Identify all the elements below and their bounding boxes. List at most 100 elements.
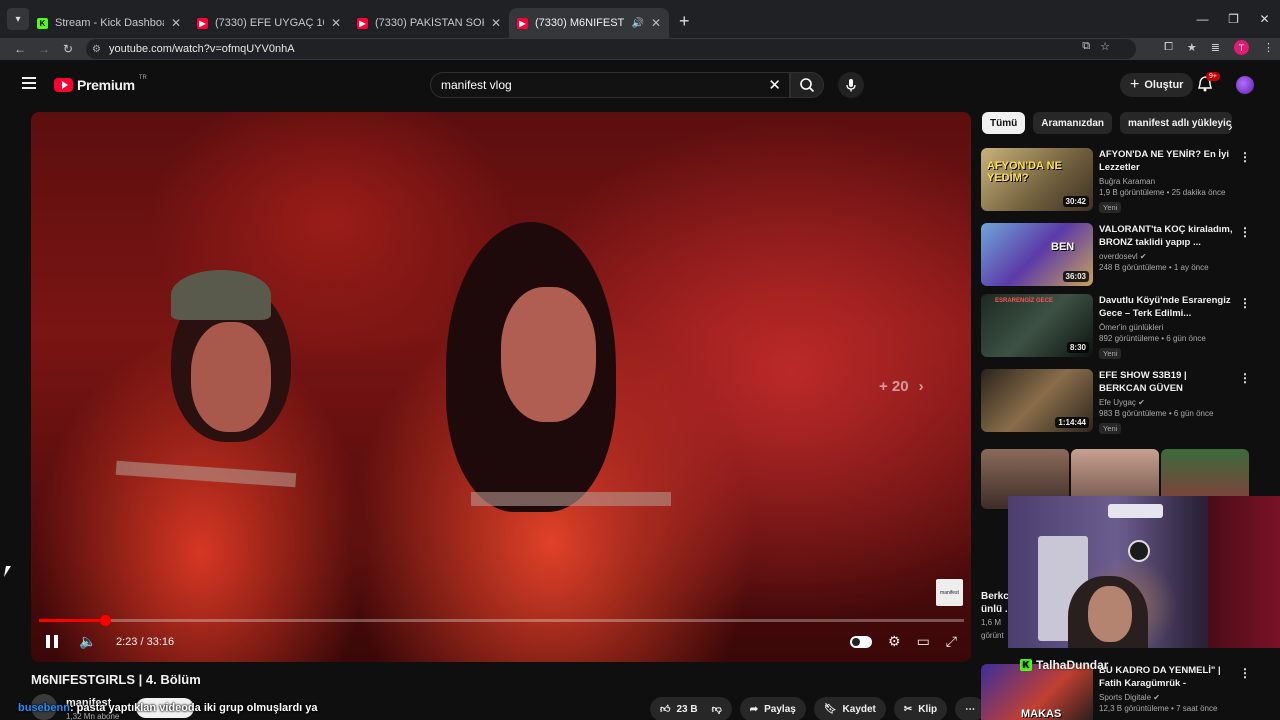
browser-tab[interactable]: ▶ (7330) EFE UYGAÇ 10 YABANCI ✕ [189, 8, 349, 38]
recommendation-channel[interactable]: overdosevl ✔ [1099, 252, 1233, 261]
progress-bar[interactable] [39, 615, 964, 626]
new-badge: Yeni [1099, 423, 1122, 434]
minimize-icon[interactable]: — [1187, 0, 1218, 38]
back-icon[interactable]: ← [8, 42, 32, 56]
fullscreen-icon[interactable]: ⤢ [946, 633, 957, 650]
account-avatar[interactable] [1236, 76, 1254, 94]
reload-icon[interactable]: ↻ [56, 42, 80, 56]
tab-title: Stream - Kick Dashboard [55, 17, 164, 29]
youtube-premium-logo[interactable]: Premium TR [54, 75, 147, 93]
recommendation-item[interactable]: MAKAS BU KADRO DA YENMELİ" | Fatih Karag… [981, 664, 1251, 720]
video-thumbnail[interactable]: 1:14:44 [981, 369, 1093, 432]
thumbnail-text: BEN [1051, 241, 1075, 253]
bookmarks-icon[interactable]: ★ [1187, 41, 1197, 54]
reading-list-icon[interactable]: ≣ [1211, 41, 1220, 54]
recommendation-item[interactable]: 1:14:44 EFE SHOW S3B19 | BERKCAN GÜVEN E… [981, 369, 1251, 435]
recommendation-channel[interactable]: Buğra Karaman [1099, 177, 1233, 186]
recommendation-title[interactable]: BU KADRO DA YENMELİ" | Fatih Karagümrük … [1099, 664, 1233, 690]
speaker-icon[interactable]: 🔊 [631, 18, 643, 29]
recommendation-item[interactable]: BEN 36:03 VALORANT'ta KOÇ kiraladım, BRO… [981, 223, 1251, 289]
chip-from-search[interactable]: Aramanızdan [1033, 112, 1113, 134]
browser-menu-icon[interactable]: ⋮ [1263, 41, 1274, 54]
video-frame-figure [115, 460, 297, 488]
more-vertical-icon[interactable]: ⋮ [1239, 296, 1251, 310]
video-thumbnail[interactable]: AFYON'DA NE YEDİM? 30:42 [981, 148, 1093, 211]
more-vertical-icon[interactable]: ⋮ [1239, 371, 1251, 385]
youtube-icon: ▶ [517, 17, 528, 29]
bookmark-star-icon[interactable]: ☆ [1100, 40, 1110, 53]
more-vertical-icon[interactable]: ⋮ [1239, 225, 1251, 239]
create-button[interactable]: + Oluştur [1120, 73, 1194, 97]
video-thumbnail[interactable]: ESRARENGİZ GECE 8:30 [981, 294, 1093, 357]
notifications-button[interactable]: 9+ [1198, 72, 1220, 97]
forward-icon[interactable]: → [32, 42, 56, 56]
pause-icon[interactable] [46, 635, 58, 648]
browser-tab[interactable]: K Stream - Kick Dashboard ✕ [29, 8, 189, 38]
chip-all[interactable]: Tümü [982, 112, 1026, 134]
url-text: youtube.com/watch?v=ofmqUYV0nhA [108, 43, 295, 55]
voice-search-button[interactable] [838, 72, 864, 98]
browser-tab-active[interactable]: ▶ (7330) M6NIFESTGIRLS | 4. B 🔊 ✕ [509, 8, 669, 38]
close-window-icon[interactable]: ✕ [1249, 0, 1280, 38]
tab-search-button[interactable]: ▾ [7, 8, 29, 30]
thumbs-down-icon[interactable]: 👎︎ [712, 703, 722, 715]
video-player[interactable]: + 20 › manifest 🔈 2:23 / 33:16 ⚙ ▭ ⤢ [31, 112, 971, 662]
share-button[interactable]: ➦ Paylaş [739, 697, 806, 720]
create-label: Oluştur [1144, 79, 1184, 91]
thumbnail-text: ESRARENGİZ GECE [995, 298, 1054, 304]
recommendation-title[interactable]: VALORANT'ta KOÇ kiraladım, BRONZ taklidi… [1099, 223, 1233, 249]
channel-watermark[interactable]: manifest [936, 579, 963, 606]
chevron-right-icon[interactable]: › [1228, 118, 1233, 134]
chip-from-uploader[interactable]: manifest adlı yükleyiciden [1120, 112, 1233, 134]
tab-close-icon[interactable]: ✕ [491, 16, 501, 30]
share-icon: ➦ [749, 703, 759, 715]
tab-close-icon[interactable]: ✕ [651, 16, 661, 30]
scrubber-handle[interactable] [100, 615, 112, 626]
more-vertical-icon[interactable]: ⋮ [1239, 150, 1251, 164]
video-thumbnail[interactable]: MAKAS [981, 664, 1093, 720]
profile-avatar[interactable]: T [1234, 40, 1249, 55]
recommendation-item[interactable]: AFYON'DA NE YEDİM? 30:42 AFYON'DA NE YEN… [981, 148, 1251, 214]
recommendation-title[interactable]: EFE SHOW S3B19 | BERKCAN GÜVEN [1099, 369, 1233, 395]
tab-close-icon[interactable]: ✕ [171, 16, 181, 30]
new-badge: Yeni [1099, 348, 1122, 359]
clip-button[interactable]: ✂ Klip [893, 697, 948, 720]
youtube-icon: ▶ [357, 17, 368, 29]
recommendation-channel[interactable]: Efe Uygaç ✔ [1099, 398, 1233, 407]
recommendation-channel[interactable]: Ömer'in günlükleri [1099, 323, 1233, 332]
microphone-icon [846, 79, 856, 92]
recommendation-item[interactable]: ESRARENGİZ GECE 8:30 Davutlu Köyü'nde Es… [981, 294, 1251, 360]
cast-icon[interactable]: ⧉ [1082, 40, 1090, 53]
save-button[interactable]: 🔖︎ Kaydet [813, 697, 886, 720]
site-info-icon[interactable]: ⚙ [92, 44, 101, 55]
search-input[interactable]: manifest vlog ✕ [430, 72, 790, 98]
address-bar[interactable]: ⚙ youtube.com/watch?v=ofmqUYV0nhA [86, 39, 1136, 59]
verified-icon: ✔ [1139, 252, 1147, 261]
browser-tab[interactable]: ▶ (7330) PAKİSTAN SOKAK LEZZE ✕ [349, 8, 509, 38]
settings-gear-icon[interactable]: ⚙ [888, 633, 901, 650]
filter-chips: Tümü Aramanızdan manifest adlı yükleyici… [982, 112, 1233, 136]
volume-icon[interactable]: 🔈 [79, 633, 96, 650]
video-thumbnail[interactable]: BEN 36:03 [981, 223, 1093, 286]
duration-badge: 30:42 [1062, 196, 1089, 207]
search-button[interactable] [790, 72, 824, 98]
save-label: Kaydet [842, 703, 876, 715]
recommendation-title[interactable]: AFYON'DA NE YENİR? En İyi Lezzetler [1099, 148, 1233, 174]
extensions-icon[interactable]: ⧠ [1164, 41, 1173, 54]
autoplay-toggle[interactable] [850, 636, 872, 648]
clip-label: Klip [918, 703, 938, 715]
tab-title: (7330) EFE UYGAÇ 10 YABANCI [215, 17, 324, 29]
more-vertical-icon[interactable]: ⋮ [1239, 666, 1251, 680]
bookmark-icon: 🔖︎ [823, 703, 837, 715]
clear-search-icon[interactable]: ✕ [768, 76, 781, 94]
new-tab-icon[interactable]: + [679, 11, 690, 32]
tab-close-icon[interactable]: ✕ [331, 16, 341, 30]
miniplayer-icon[interactable]: ▭ [917, 633, 930, 650]
hamburger-menu-icon[interactable] [22, 77, 36, 92]
restore-icon[interactable]: ❐ [1218, 0, 1249, 38]
tab-title: (7330) M6NIFESTGIRLS | 4. B [535, 17, 625, 29]
recommendation-channel[interactable]: Sports Digitale ✔ [1099, 693, 1233, 702]
like-button[interactable]: 👍︎ 23 B 👎︎ [650, 697, 732, 720]
scissors-icon: ✂ [903, 703, 913, 715]
recommendation-title[interactable]: Davutlu Köyü'nde Esrarengiz Gece – Terk … [1099, 294, 1233, 320]
